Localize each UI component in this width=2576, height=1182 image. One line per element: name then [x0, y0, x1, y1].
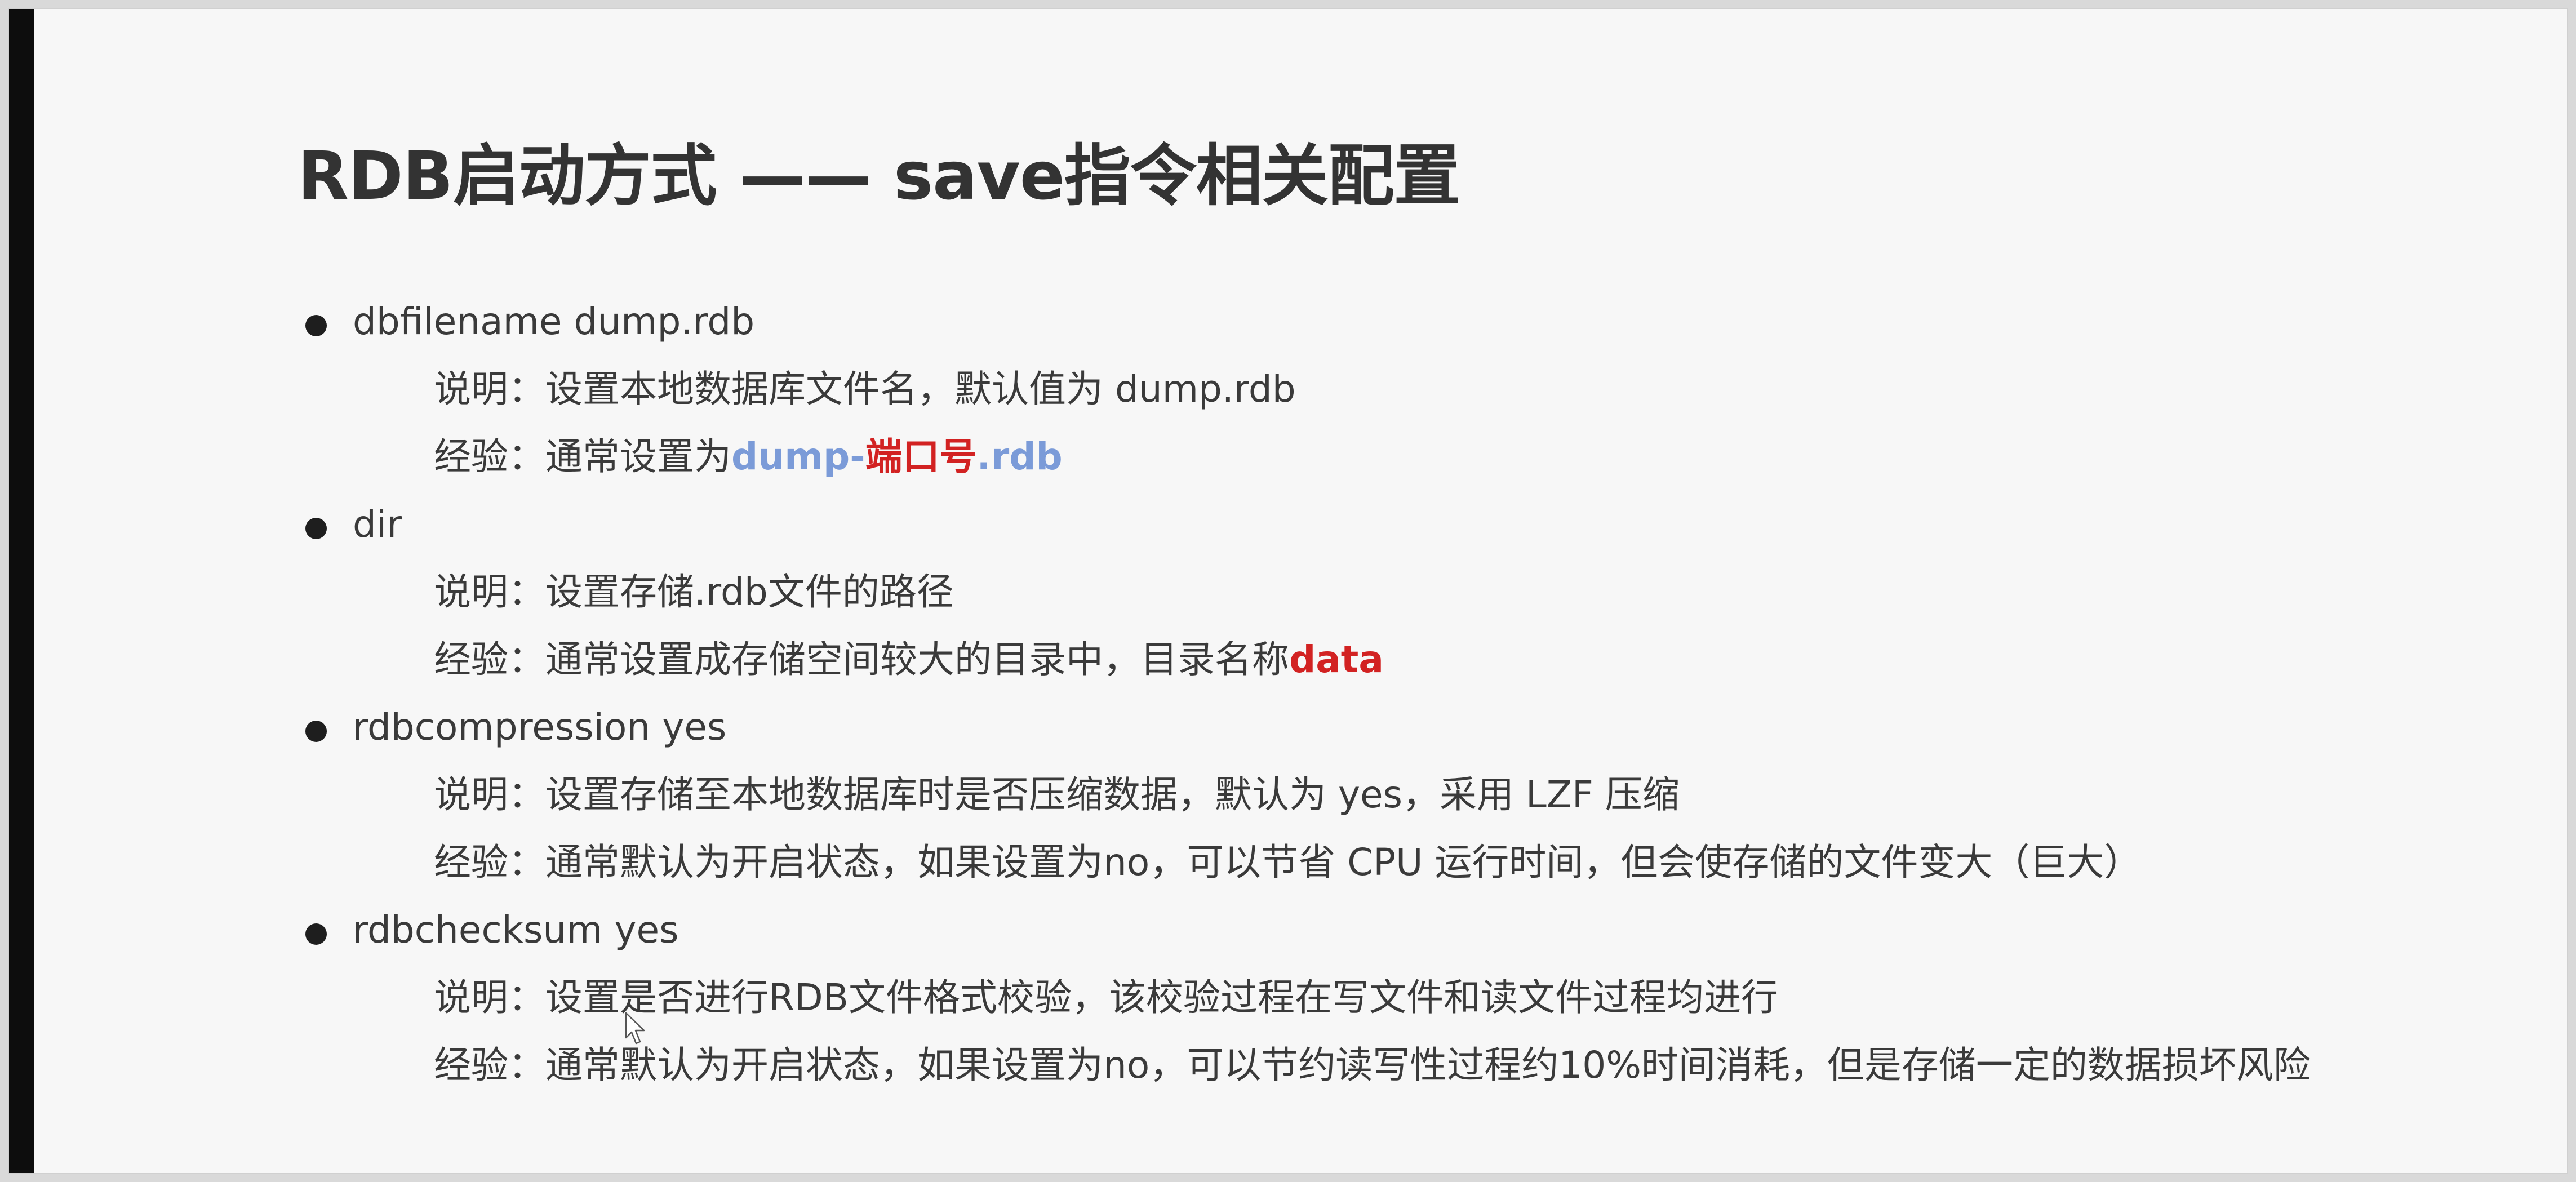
description-label: 说明：	[434, 976, 545, 1019]
window-frame: RDB启动方式 —— save指令相关配置 dbfilename dump.rd…	[0, 0, 2576, 1182]
experience-label: 经验：	[434, 638, 545, 681]
experience-label: 经验：	[434, 1043, 545, 1087]
description-text: 设置存储.rdb文件的路径	[545, 570, 954, 614]
description-label: 说明：	[434, 367, 545, 411]
item-heading: rdbcompression yes	[353, 705, 727, 749]
list-item-dir: dir	[297, 491, 2523, 558]
item-description: 说明：设置存储至本地数据库时是否压缩数据，默认为 yes，采用 LZF 压缩	[297, 761, 2523, 829]
description-text: 设置本地数据库文件名，默认值为 dump.rdb	[545, 367, 1296, 411]
list-item-dbfilename: dbfilename dump.rdb	[297, 288, 2523, 356]
item-experience: 经验：通常设置成存储空间较大的目录中，目录名称data	[297, 626, 2523, 694]
item-heading: dbfilename dump.rdb	[353, 300, 755, 343]
item-experience: 经验：通常设置为dump-端口号.rdb	[297, 423, 2523, 491]
highlight-filename-prefix: dump-	[731, 435, 865, 478]
item-description: 说明：设置本地数据库文件名，默认值为 dump.rdb	[297, 356, 2523, 423]
item-heading: rdbchecksum yes	[353, 908, 679, 952]
description-text: 设置存储至本地数据库时是否压缩数据，默认为 yes，采用 LZF 压缩	[545, 773, 1680, 816]
experience-label: 经验：	[434, 841, 545, 884]
description-text: 设置是否进行RDB文件格式校验，该校验过程在写文件和读文件过程均进行	[545, 976, 1778, 1019]
bullet-icon	[305, 315, 327, 336]
bullet-icon	[305, 923, 327, 945]
left-edge-bar	[9, 9, 34, 1173]
experience-text: 通常默认为开启状态，如果设置为no，可以节约读写性过程约10%时间消耗，但是存储…	[545, 1043, 2311, 1087]
experience-text: 通常设置为	[545, 435, 731, 478]
experience-label: 经验：	[434, 435, 545, 478]
item-heading: dir	[353, 503, 402, 546]
slide-title: RDB启动方式 —— save指令相关配置	[297, 137, 1460, 215]
slide: RDB启动方式 —— save指令相关配置 dbfilename dump.rd…	[8, 8, 2568, 1174]
description-label: 说明：	[434, 773, 545, 816]
highlight-data: data	[1289, 638, 1384, 681]
item-description: 说明：设置存储.rdb文件的路径	[297, 558, 2523, 626]
experience-text: 通常默认为开启状态，如果设置为no，可以节省 CPU 运行时间，但会使存储的文件…	[545, 841, 2142, 884]
list-item-rdbchecksum: rdbchecksum yes	[297, 896, 2523, 964]
highlight-port: 端口号	[865, 435, 977, 478]
item-experience: 经验：通常默认为开启状态，如果设置为no，可以节省 CPU 运行时间，但会使存储…	[297, 829, 2523, 896]
mouse-pointer-icon	[625, 1012, 645, 1045]
config-list: dbfilename dump.rdb 说明：设置本地数据库文件名，默认值为 d…	[297, 288, 2523, 1099]
bullet-icon	[305, 721, 327, 742]
highlight-filename-suffix: .rdb	[976, 435, 1063, 478]
list-item-rdbcompression: rdbcompression yes	[297, 694, 2523, 761]
experience-text: 通常设置成存储空间较大的目录中，目录名称	[545, 638, 1289, 681]
description-label: 说明：	[434, 570, 545, 614]
bullet-icon	[305, 518, 327, 539]
